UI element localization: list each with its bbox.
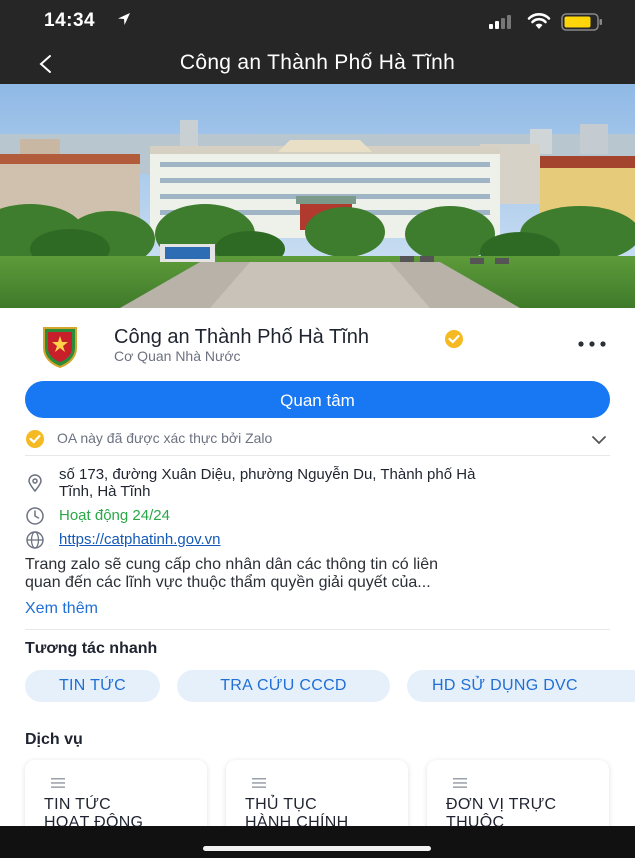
quick-action-news[interactable]: TIN TỨC	[25, 670, 160, 702]
service-card-line-1: THỦ TỤC	[245, 796, 318, 813]
website-link[interactable]: https://catphatinh.gov.vn	[59, 531, 221, 548]
cellular-signal-icon	[489, 15, 515, 34]
follow-button[interactable]: Quan tâm	[25, 381, 610, 418]
verification-text: OA này đã được xác thực bởi Zalo	[57, 430, 273, 446]
police-emblem-logo	[38, 324, 82, 373]
quick-actions-title: Tương tác nhanh	[25, 640, 158, 657]
verification-row[interactable]: OA này đã được xác thực bởi Zalo	[25, 428, 610, 448]
description-line-1: Trang zalo sẽ cung cấp cho nhân dân các …	[25, 556, 439, 573]
hours-row: Hoạt động 24/24	[25, 506, 615, 526]
clock-icon	[25, 506, 45, 531]
home-indicator-bar	[0, 826, 635, 858]
list-icon	[51, 776, 65, 794]
more-options-icon[interactable]	[577, 336, 607, 354]
website-row: https://catphatinh.gov.vn	[25, 530, 615, 550]
nav-bar: Công an Thành Phố Hà Tĩnh	[0, 44, 635, 84]
service-card-line-1: TIN TỨC	[44, 796, 112, 813]
see-more-link[interactable]: Xem thêm	[25, 600, 98, 618]
org-type: Cơ Quan Nhà Nước	[114, 348, 241, 364]
services-title: Dịch vụ	[25, 731, 83, 748]
divider	[25, 455, 610, 456]
operating-hours: Hoạt động 24/24	[59, 507, 170, 524]
description: Trang zalo sẽ cung cấp cho nhân dân các …	[25, 556, 615, 592]
nav-title: Công an Thành Phố Hà Tĩnh	[179, 51, 456, 74]
globe-icon	[25, 530, 45, 555]
address-row: số 173, đường Xuân Diệu, phường Nguyễn D…	[25, 466, 615, 502]
service-card-line-1: ĐƠN VỊ TRỰC	[446, 796, 557, 813]
home-indicator[interactable]	[203, 846, 431, 851]
verified-badge-icon	[444, 329, 464, 354]
org-name: Công an Thành Phố Hà Tĩnh	[114, 326, 369, 348]
divider	[25, 629, 610, 630]
wifi-icon	[527, 12, 551, 35]
description-line-2: quan đến các lĩnh vực thuộc thẩm quyền g…	[25, 574, 431, 591]
status-time: 14:34	[44, 10, 96, 31]
verified-badge-icon	[25, 429, 45, 454]
cover-photo	[0, 84, 635, 308]
address-line-2: Tĩnh, Hà Tĩnh	[59, 483, 151, 500]
list-icon	[252, 776, 266, 794]
status-bar: 14:34	[0, 0, 635, 44]
address-line-1: số 173, đường Xuân Diệu, phường Nguyễn D…	[59, 466, 476, 483]
location-pin-icon	[25, 473, 45, 498]
quick-action-dvc-guide[interactable]: HD SỬ DỤNG DVC	[407, 670, 635, 702]
location-arrow-icon	[116, 11, 132, 32]
list-icon	[453, 776, 467, 794]
battery-icon	[561, 13, 603, 36]
quick-action-cccd-lookup[interactable]: TRA CỨU CCCD	[177, 670, 390, 702]
chevron-down-icon[interactable]	[591, 432, 607, 450]
